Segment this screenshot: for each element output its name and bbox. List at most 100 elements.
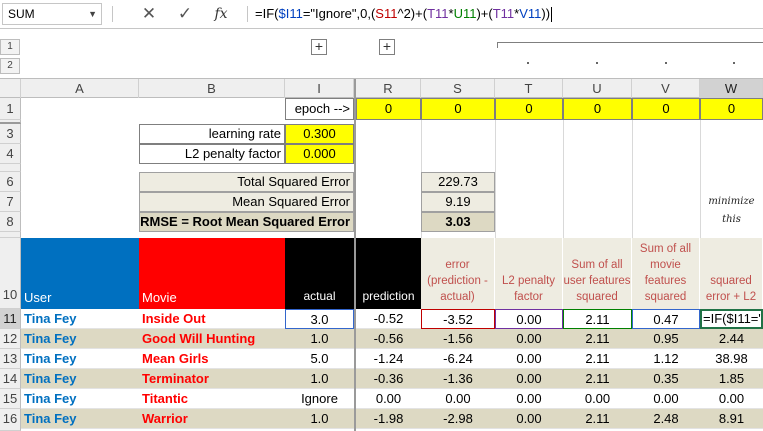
- movie-cell[interactable]: Mean Girls: [139, 349, 285, 369]
- movie-cell[interactable]: Inside Out: [139, 309, 285, 329]
- sum-movie-features-column-header[interactable]: Sum of all movie features squared: [632, 238, 700, 309]
- error-cell[interactable]: -2.98: [421, 409, 495, 429]
- column-header-i[interactable]: I: [285, 79, 354, 98]
- mean-squared-error-label[interactable]: Mean Squared Error: [139, 192, 354, 212]
- expand-group-button[interactable]: +: [379, 39, 395, 55]
- outline-level-1-button[interactable]: 1: [0, 39, 20, 55]
- movie-cell[interactable]: Titantic: [139, 389, 285, 409]
- sum-movie-features-cell[interactable]: 2.48: [632, 409, 700, 429]
- sum-movie-features-cell[interactable]: 0.00: [632, 389, 700, 409]
- l2-penalty-cell[interactable]: 0.00: [495, 329, 563, 349]
- epoch-cell-u1[interactable]: 0: [563, 98, 632, 120]
- learning-rate-input[interactable]: 0.300: [285, 124, 354, 144]
- epoch-label[interactable]: epoch -->: [285, 98, 354, 120]
- error-column-header[interactable]: error (prediction - actual): [421, 238, 495, 309]
- learning-rate-label[interactable]: learning rate: [139, 124, 285, 144]
- insert-function-icon[interactable]: fx: [210, 3, 232, 25]
- expand-group-button[interactable]: +: [311, 39, 327, 55]
- prediction-cell[interactable]: -1.98: [356, 409, 421, 429]
- epoch-cell-s1[interactable]: 0: [421, 98, 495, 120]
- user-cell[interactable]: Tina Fey: [21, 329, 139, 349]
- prediction-column-header[interactable]: prediction: [356, 238, 421, 309]
- actual-cell[interactable]: 1.0: [285, 329, 354, 349]
- actual-cell[interactable]: Ignore: [285, 389, 354, 409]
- l2-penalty-cell[interactable]: 0.00: [495, 309, 563, 329]
- sum-movie-features-cell[interactable]: 0.95: [632, 329, 700, 349]
- sum-user-features-cell[interactable]: 0.00: [563, 389, 632, 409]
- row-header-5[interactable]: [0, 164, 21, 172]
- l2-penalty-cell[interactable]: 0.00: [495, 389, 563, 409]
- prediction-cell[interactable]: -0.52: [356, 309, 421, 329]
- error-cell[interactable]: -3.52: [421, 309, 495, 329]
- sum-movie-features-cell[interactable]: 1.12: [632, 349, 700, 369]
- movie-cell[interactable]: Terminator: [139, 369, 285, 389]
- user-cell[interactable]: Tina Fey: [21, 409, 139, 429]
- epoch-cell-t1[interactable]: 0: [495, 98, 563, 120]
- sum-user-features-cell[interactable]: 2.11: [563, 329, 632, 349]
- sum-user-features-cell[interactable]: 2.11: [563, 369, 632, 389]
- prediction-cell[interactable]: 0.00: [356, 389, 421, 409]
- select-all-corner[interactable]: [0, 79, 21, 98]
- mean-squared-error-value[interactable]: 9.19: [421, 192, 495, 212]
- check-icon[interactable]: ✓: [174, 3, 196, 25]
- actual-column-header[interactable]: actual: [285, 238, 354, 309]
- l2-penalty-cell[interactable]: 0.00: [495, 349, 563, 369]
- rmse-label[interactable]: RMSE = Root Mean Squared Error: [139, 212, 354, 232]
- row-header-13[interactable]: 13: [0, 349, 21, 369]
- epoch-cell-v1[interactable]: 0: [632, 98, 700, 120]
- user-cell[interactable]: Tina Fey: [21, 349, 139, 369]
- column-header-b[interactable]: B: [139, 79, 285, 98]
- sum-user-features-cell[interactable]: 2.11: [563, 409, 632, 429]
- actual-cell[interactable]: 1.0: [285, 369, 354, 389]
- actual-cell[interactable]: 3.0: [285, 309, 354, 329]
- column-header-t[interactable]: T: [495, 79, 563, 98]
- sum-user-features-cell[interactable]: 2.11: [563, 349, 632, 369]
- row-header-11[interactable]: 11: [0, 309, 21, 329]
- row-header-8[interactable]: 8: [0, 212, 21, 232]
- user-cell[interactable]: Tina Fey: [21, 309, 139, 329]
- actual-cell[interactable]: 1.0: [285, 409, 354, 429]
- error-cell[interactable]: -1.56: [421, 329, 495, 349]
- user-cell[interactable]: Tina Fey: [21, 369, 139, 389]
- error-cell[interactable]: -1.36: [421, 369, 495, 389]
- squared-error-cell[interactable]: 2.44: [700, 329, 763, 349]
- column-header-s[interactable]: S: [421, 79, 495, 98]
- l2-penalty-cell[interactable]: 0.00: [495, 369, 563, 389]
- user-column-header[interactable]: User: [21, 238, 139, 309]
- row-header-10[interactable]: 10: [0, 238, 21, 309]
- squared-error-cell[interactable]: =IF($I11=": [700, 309, 763, 329]
- user-cell[interactable]: Tina Fey: [21, 389, 139, 409]
- column-header-a[interactable]: A: [21, 79, 139, 98]
- column-header-u[interactable]: U: [563, 79, 632, 98]
- sum-movie-features-cell[interactable]: 0.47: [632, 309, 700, 329]
- error-cell[interactable]: 0.00: [421, 389, 495, 409]
- epoch-cell-r1[interactable]: 0: [356, 98, 421, 120]
- row-header-6[interactable]: 6: [0, 172, 21, 192]
- l2-penalty-label[interactable]: L2 penalty factor: [139, 144, 285, 164]
- movie-cell[interactable]: Warrior: [139, 409, 285, 429]
- squared-error-cell[interactable]: 8.91: [700, 409, 763, 429]
- prediction-cell[interactable]: -0.56: [356, 329, 421, 349]
- movie-column-header[interactable]: Movie: [139, 238, 285, 309]
- actual-cell[interactable]: 5.0: [285, 349, 354, 369]
- row-header-16[interactable]: 16: [0, 409, 21, 431]
- total-squared-error-value[interactable]: 229.73: [421, 172, 495, 192]
- column-header-r[interactable]: R: [354, 79, 421, 98]
- close-icon[interactable]: ✕: [138, 3, 160, 25]
- epoch-cell-w1[interactable]: 0: [700, 98, 763, 120]
- name-box[interactable]: SUM ▼: [2, 3, 102, 25]
- l2-penalty-column-header[interactable]: L2 penalty factor: [495, 238, 563, 309]
- total-squared-error-label[interactable]: Total Squared Error: [139, 172, 354, 192]
- squared-error-column-header[interactable]: squared error + L2: [700, 238, 763, 309]
- sum-user-features-column-header[interactable]: Sum of all user features squared: [563, 238, 632, 309]
- sum-user-features-cell[interactable]: 2.11: [563, 309, 632, 329]
- sum-movie-features-cell[interactable]: 0.35: [632, 369, 700, 389]
- prediction-cell[interactable]: -0.36: [356, 369, 421, 389]
- l2-penalty-cell[interactable]: 0.00: [495, 409, 563, 429]
- row-header-3[interactable]: 3: [0, 124, 21, 144]
- column-header-v[interactable]: V: [632, 79, 700, 98]
- squared-error-cell[interactable]: 1.85: [700, 369, 763, 389]
- row-header-15[interactable]: 15: [0, 389, 21, 409]
- l2-penalty-input[interactable]: 0.000: [285, 144, 354, 164]
- squared-error-cell[interactable]: 0.00: [700, 389, 763, 409]
